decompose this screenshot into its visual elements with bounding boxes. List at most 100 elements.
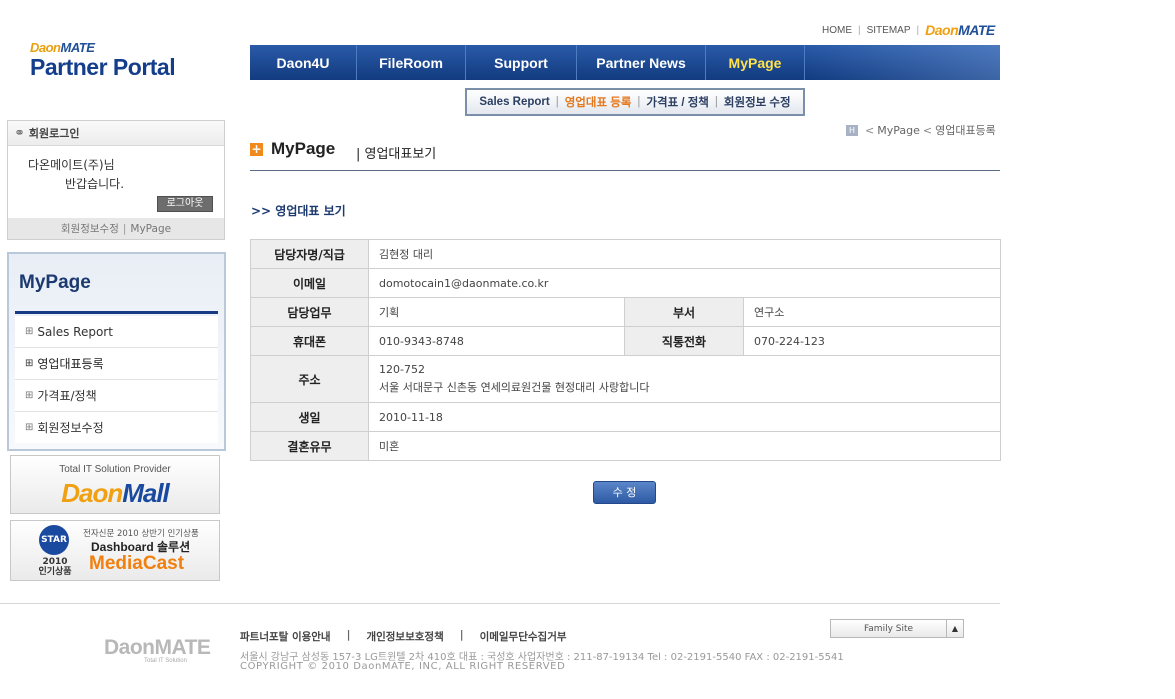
nav-decoration — [805, 45, 1000, 80]
footer-logo-sub: Total IT Solution — [144, 658, 187, 664]
address-label: 주소 — [250, 355, 369, 403]
mobile-label: 휴대폰 — [250, 326, 369, 356]
login-greeting: 반갑습니다. — [65, 177, 125, 191]
award-year: 2010 인기상품 — [35, 557, 75, 577]
divider: | — [916, 24, 920, 36]
table-row: 이메일 domotocain1@daonmate.co.kr — [250, 268, 1002, 298]
award-year-number: 2010 — [42, 557, 68, 567]
family-site-label: Family Site — [863, 623, 914, 634]
side-menu-divider — [15, 311, 218, 314]
address-value: 120-752 서울 서대문구 신촌동 연세의료원건물 현정대리 사랑합니다 — [367, 355, 1002, 403]
plus-box-icon: ⊞ — [25, 422, 34, 433]
email-label: 이메일 — [250, 268, 369, 298]
mypage-link[interactable]: MyPage — [130, 223, 171, 235]
page-title: MyPage — [271, 139, 336, 158]
direct-phone-label: 직통전화 — [624, 326, 744, 356]
plus-box-icon: ⊞ — [25, 358, 34, 369]
user-icon: ⚭ — [14, 125, 25, 141]
sales-rep-info-table: 담당자명/직급 김현정 대리 이메일 domotocain1@daonmate.… — [250, 239, 1002, 461]
breadcrumb: H < MyPage < 영업대표등록 — [846, 122, 996, 138]
banner-brand: MediaCast — [89, 553, 185, 574]
logout-button[interactable]: 로그아웃 — [157, 196, 213, 212]
footer-links: 파트너포탈 이용안내 | 개인정보보호정책 | 이메일무단수집거부 — [240, 629, 567, 644]
brand-daon: Daon — [925, 22, 959, 38]
submenu-price-policy[interactable]: 가격표 / 정책 — [646, 94, 709, 110]
side-menu-item-edit-member[interactable]: ⊞ 회원정보수정 — [15, 412, 218, 443]
table-row: 주소 120-752 서울 서대문구 신촌동 연세의료원건물 현정대리 사랑합니… — [250, 355, 1002, 403]
breadcrumb-item[interactable]: MyPage — [877, 124, 920, 137]
sitemap-link[interactable]: SITEMAP — [867, 25, 911, 36]
zipcode: 120-752 — [379, 363, 425, 376]
family-site-select[interactable]: Family Site ▲ — [830, 619, 964, 638]
edit-member-link[interactable]: 회원정보수정 — [61, 221, 119, 236]
nav-item-support[interactable]: Support — [466, 45, 577, 80]
email-value: domotocain1@daonmate.co.kr — [367, 268, 1002, 298]
home-link[interactable]: HOME — [822, 25, 852, 36]
duty-value: 기획 — [368, 297, 625, 327]
breadcrumb-item: 영업대표등록 — [935, 124, 996, 137]
divider: | — [714, 96, 718, 108]
side-menu-title: MyPage — [19, 272, 91, 293]
side-menu-list: ⊞ Sales Report ⊞ 영업대표등록 ⊞ 가격표/정책 ⊞ 회원정보수정 — [15, 316, 218, 443]
name-value: 김현정 대리 — [367, 239, 1002, 269]
divider: | — [858, 24, 861, 36]
side-menu-item-price-policy[interactable]: ⊞ 가격표/정책 — [15, 380, 218, 412]
birthday-value: 2010-11-18 — [367, 402, 1002, 432]
brand-daon: Daon — [61, 478, 123, 508]
main-nav: Daon4U FileRoom Support Partner News MyP… — [250, 45, 1000, 80]
submenu-sales-report[interactable]: Sales Report — [479, 96, 549, 108]
chevron-left-icon: < — [865, 123, 875, 137]
partner-portal-logo[interactable]: DaonMATE Partner Portal — [30, 40, 176, 80]
logo-mate: MATE — [60, 40, 95, 55]
birthday-label: 생일 — [250, 402, 369, 432]
award-year-label: 인기상품 — [38, 567, 72, 577]
daonmall-banner[interactable]: Total IT Solution Provider DaonMall — [10, 455, 220, 514]
sub-menu: Sales Report | 영업대표 등록 | 가격표 / 정책 | 회원정보… — [465, 88, 805, 116]
edit-button[interactable]: 수 정 — [593, 481, 656, 504]
mobile-value: 010-9343-8748 — [368, 326, 625, 356]
divider: | — [346, 629, 351, 641]
login-box: ⚭ 회원로그인 다온메이트(주)님 반갑습니다. 로그아웃 회원정보수정 | M… — [7, 120, 225, 240]
mediacast-banner[interactable]: STAR 2010 인기상품 전자신문 2010 상반기 인기상품 Dashboa… — [10, 520, 220, 581]
footer-link-email-policy[interactable]: 이메일무단수집거부 — [480, 629, 567, 644]
footer-logo-text: DaonMATE — [104, 636, 211, 659]
chevron-up-icon[interactable]: ▲ — [946, 620, 963, 637]
login-footer: 회원정보수정 | MyPage — [8, 218, 224, 239]
divider: | — [459, 629, 464, 641]
divider: | — [637, 96, 641, 108]
footer-link-privacy[interactable]: 개인정보보호정책 — [366, 629, 443, 644]
submenu-edit-member[interactable]: 회원정보 수정 — [724, 94, 791, 110]
side-menu-label: 가격표/정책 — [37, 389, 97, 403]
logo-brand: DaonMATE — [30, 40, 175, 55]
side-menu-item-register-rep[interactable]: ⊞ 영업대표등록 — [15, 348, 218, 380]
table-row: 결혼유무 미혼 — [250, 431, 1002, 461]
direct-phone-value: 070-224-123 — [742, 326, 1002, 356]
logo-title: Partner Portal — [30, 54, 176, 80]
side-menu-item-sales-report[interactable]: ⊞ Sales Report — [15, 316, 218, 348]
page-subtitle: | 영업대표보기 — [356, 147, 437, 162]
nav-item-partner-news[interactable]: Partner News — [577, 45, 706, 80]
login-title: 회원로그인 — [28, 127, 80, 140]
side-menu-label: 영업대표등록 — [37, 357, 104, 371]
divider: | — [555, 96, 559, 108]
banner-tagline: Total IT Solution Provider — [59, 464, 171, 475]
side-menu-label: Sales Report — [37, 324, 113, 339]
nav-item-daon4u[interactable]: Daon4U — [250, 45, 357, 80]
table-row: 담당자명/직급 김현정 대리 — [250, 239, 1002, 269]
table-row: 휴대폰 010-9343-8748 직통전화 070-224-123 — [250, 326, 1002, 356]
duty-label: 담당업무 — [250, 297, 369, 327]
footer-logo: DaonMATE Total IT Solution — [104, 636, 211, 664]
footer-link-guide[interactable]: 파트너포탈 이용안내 — [240, 629, 331, 644]
nav-item-mypage[interactable]: MyPage — [706, 45, 805, 80]
side-menu-label: 회원정보수정 — [37, 421, 104, 435]
dept-value: 연구소 — [742, 297, 1002, 327]
brand-mate: MATE — [958, 22, 995, 38]
nav-item-fileroom[interactable]: FileRoom — [357, 45, 466, 80]
daonmate-brand-link[interactable]: DaonMATE — [925, 22, 995, 38]
section-title: >> 영업대표 보기 — [251, 204, 346, 218]
submenu-register-rep[interactable]: 영업대표 등록 — [565, 94, 632, 110]
home-icon[interactable]: H — [846, 124, 858, 136]
copyright: COPYRIGHT © 2010 DaonMATE, INC, ALL RIGH… — [240, 661, 566, 672]
marital-label: 결혼유무 — [250, 431, 369, 461]
chevron-left-icon: < — [922, 123, 933, 137]
